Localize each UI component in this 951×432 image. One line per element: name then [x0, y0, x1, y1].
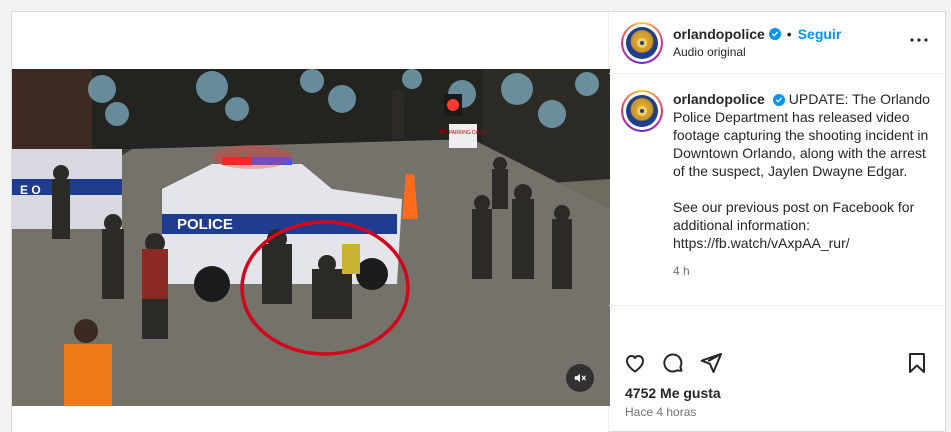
header-username[interactable]: orlandopolice — [673, 26, 765, 42]
share-button[interactable] — [699, 351, 723, 375]
post-timestamp[interactable]: Hace 4 horas — [625, 405, 696, 419]
police-badge-logo — [626, 26, 658, 59]
audio-label[interactable]: Audio original — [673, 45, 905, 59]
heart-icon — [626, 355, 644, 373]
mute-button[interactable] — [566, 364, 594, 392]
muted-speaker-icon — [574, 373, 586, 383]
caption-username[interactable]: orlandopolice — [673, 91, 765, 107]
sign-text: NO PARKING DAILY — [440, 130, 487, 136]
police-badge-logo — [626, 95, 658, 127]
more-options-button[interactable] — [905, 28, 933, 57]
police-car-text: POLICE — [177, 216, 233, 233]
no-parking-sign — [449, 124, 477, 148]
bookmark-icon — [909, 353, 925, 373]
follow-button[interactable]: Seguir — [798, 26, 842, 42]
video-frame: NO PARKING DAILY E O POLICE — [12, 69, 610, 406]
like-count[interactable]: 4752 Me gusta — [625, 385, 721, 401]
comment-button[interactable] — [661, 351, 685, 375]
left-car-text: E O — [20, 183, 41, 197]
instagram-post: NO PARKING DAILY E O POLICE orlandopolic… — [11, 11, 946, 432]
caption-avatar[interactable] — [621, 90, 663, 132]
post-side-panel: orlandopolice • Seguir Audio original or… — [609, 12, 945, 432]
separator-dot: • — [786, 26, 792, 42]
post-header: orlandopolice • Seguir Audio original — [609, 12, 945, 74]
more-horizontal-icon — [910, 38, 928, 42]
avatar[interactable] — [621, 21, 663, 64]
paper-plane-icon — [700, 353, 722, 373]
video-player[interactable]: NO PARKING DAILY E O POLICE — [12, 69, 610, 406]
comment-icon — [663, 353, 683, 373]
verified-badge-icon — [768, 28, 781, 40]
verified-badge-icon — [772, 94, 785, 106]
like-button[interactable] — [623, 351, 647, 375]
save-button[interactable] — [905, 351, 929, 375]
caption-text-2: See our previous post on Facebook for ad… — [673, 199, 915, 251]
caption: orlandopolice UPDATE: The Orlando Police … — [609, 74, 945, 306]
caption-timestamp[interactable]: 4 h — [673, 262, 933, 280]
post-media: NO PARKING DAILY E O POLICE — [12, 12, 610, 432]
action-bar — [609, 343, 945, 383]
